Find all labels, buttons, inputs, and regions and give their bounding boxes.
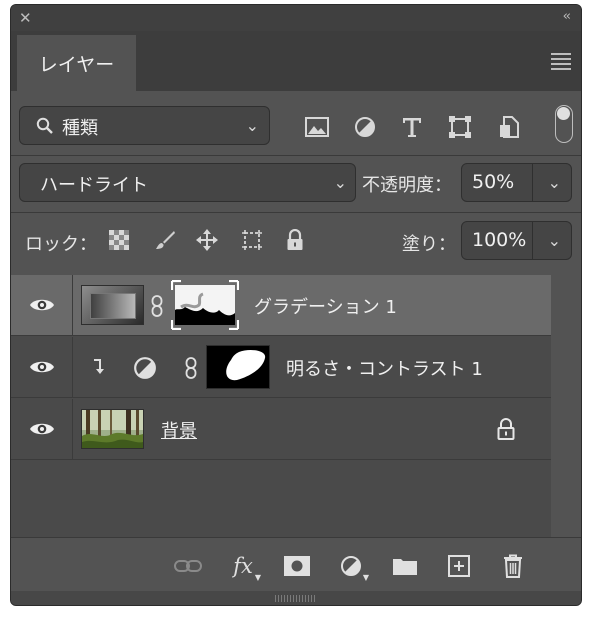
panel-resize-handle[interactable] <box>11 591 581 605</box>
filter-adjustment-icon[interactable] <box>351 113 379 141</box>
opacity-dropdown-icon[interactable]: ⌄ <box>548 173 561 192</box>
panel-footer: fx ▼ ▼ <box>11 537 581 592</box>
close-icon[interactable]: ✕ <box>19 9 32 27</box>
clipping-arrow-icon <box>91 358 105 380</box>
filter-type-icon[interactable] <box>398 113 426 141</box>
visibility-eye-icon[interactable] <box>11 399 73 459</box>
tab-layers-label: レイヤー <box>38 53 115 76</box>
delete-layer-trash-icon[interactable] <box>499 552 527 580</box>
chevron-down-icon: ⌄ <box>333 173 347 192</box>
lock-transparency-icon[interactable] <box>107 228 131 252</box>
fill-label: 塗り： <box>402 234 456 255</box>
background-image-thumbnail[interactable] <box>81 409 144 449</box>
divider <box>11 212 581 213</box>
chevron-down-icon: ⌄ <box>245 116 259 135</box>
fx-label: fx <box>233 554 253 578</box>
mask-link-icon[interactable] <box>185 357 197 383</box>
fill-field[interactable]: 100% ⌄ <box>461 221 572 260</box>
layer-filter-select[interactable]: 種類 ⌄ <box>19 106 270 145</box>
gradient-fill-thumbnail[interactable] <box>81 285 144 325</box>
layers-list: グラデーション 1 明るさ・コントラスト 1 背景 <box>11 275 551 537</box>
blend-mode-value: ハードライト <box>40 175 148 196</box>
opacity-label: 不透明度： <box>362 175 452 196</box>
layer-name[interactable]: 背景 <box>161 417 197 443</box>
panel-titlebar: ✕ ‹‹ <box>11 5 581 31</box>
filter-pixel-icon[interactable] <box>303 113 331 141</box>
visibility-eye-icon[interactable] <box>11 275 73 335</box>
add-mask-icon[interactable] <box>283 552 311 580</box>
tab-layers[interactable]: レイヤー <box>17 35 136 91</box>
layer-row-brightness-contrast[interactable]: 明るさ・コントラスト 1 <box>11 337 551 398</box>
new-layer-icon[interactable] <box>445 552 473 580</box>
adjustment-layer-icon[interactable] <box>133 356 157 384</box>
layers-panel: ✕ ‹‹ レイヤー 種類 ⌄ ハードライト ⌄ 不透明度： 50% ⌄ ロック：… <box>10 4 582 606</box>
link-layers-icon[interactable] <box>174 552 202 580</box>
adjustment-mask-thumbnail[interactable] <box>206 345 270 389</box>
layer-name[interactable]: 明るさ・コントラスト 1 <box>286 355 483 381</box>
divider <box>11 155 581 156</box>
lock-all-icon[interactable] <box>283 228 307 252</box>
fill-value: 100% <box>472 229 527 251</box>
search-icon <box>36 117 53 134</box>
filter-smart-object-icon[interactable] <box>495 113 523 141</box>
layer-row-background[interactable]: 背景 <box>11 399 551 460</box>
panel-menu-icon[interactable] <box>551 53 571 73</box>
lock-brush-icon[interactable] <box>153 228 177 252</box>
layer-name[interactable]: グラデーション 1 <box>254 293 397 319</box>
blend-mode-select[interactable]: ハードライト ⌄ <box>19 163 356 202</box>
filter-shape-icon[interactable] <box>446 113 474 141</box>
lock-label: ロック： <box>25 234 97 255</box>
layers-scrollbar[interactable] <box>551 275 581 537</box>
opacity-field[interactable]: 50% ⌄ <box>461 163 572 202</box>
fill-dropdown-icon[interactable]: ⌄ <box>548 231 561 250</box>
new-group-folder-icon[interactable] <box>391 552 419 580</box>
filter-kind-label: 種類 <box>62 118 98 139</box>
mask-link-icon[interactable] <box>151 295 163 321</box>
lock-position-icon[interactable] <box>195 228 219 252</box>
layer-style-fx-icon[interactable]: fx ▼ <box>229 552 261 582</box>
visibility-eye-icon[interactable] <box>11 337 73 397</box>
layer-row-gradation[interactable]: グラデーション 1 <box>11 275 551 336</box>
opacity-value: 50% <box>472 171 515 193</box>
lock-artboard-icon[interactable] <box>240 228 264 252</box>
panel-tabstrip: レイヤー <box>11 31 581 91</box>
new-adjustment-layer-icon[interactable]: ▼ <box>337 552 369 582</box>
layer-mask-thumbnail[interactable] <box>170 279 240 331</box>
layer-lock-icon <box>497 418 515 444</box>
collapse-icon[interactable]: ‹‹ <box>563 9 572 24</box>
filter-toggle[interactable] <box>555 105 573 143</box>
